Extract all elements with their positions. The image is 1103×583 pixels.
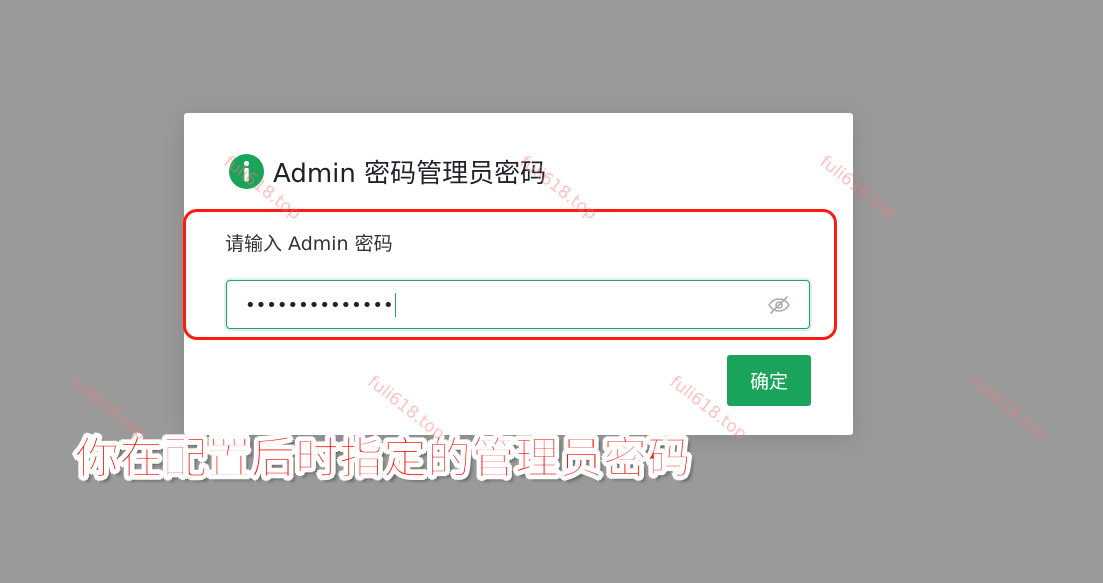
annotation-highlight-box <box>183 209 837 340</box>
annotation-caption: 你在配置后时指定的管理员密码 <box>75 433 692 485</box>
dialog-title: Admin 密码管理员密码 <box>273 158 547 189</box>
dialog-header: Admin 密码管理员密码 <box>229 153 546 189</box>
confirm-button[interactable]: 确定 <box>727 355 811 406</box>
